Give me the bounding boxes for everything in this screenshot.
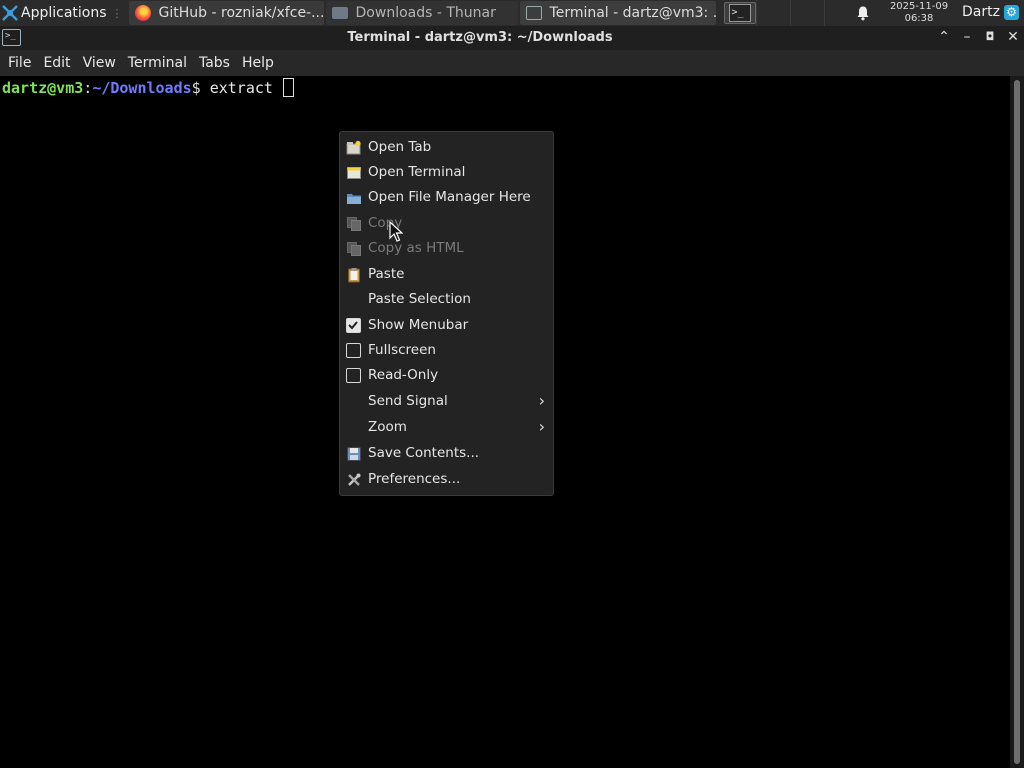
user-menu-label[interactable]: Dartz xyxy=(962,4,1000,20)
menu-item-label: Fullscreen xyxy=(368,342,436,358)
text-cursor xyxy=(282,78,294,97)
menu-item-open-terminal[interactable]: Open Terminal xyxy=(340,160,553,185)
menu-item-label: Open Terminal xyxy=(368,164,466,180)
panel-separator: ⋮ xyxy=(111,6,123,20)
terminal-launcher-button[interactable]: >_ xyxy=(723,2,756,24)
settings-gear-icon[interactable]: ⚙ xyxy=(1004,5,1019,20)
folder-icon xyxy=(347,194,361,204)
menu-item-label: Save Contents... xyxy=(368,445,480,461)
menu-item-label: Send Signal xyxy=(368,393,448,409)
menu-item-paste[interactable]: Paste xyxy=(340,262,553,287)
new-tab-icon xyxy=(346,140,361,155)
workspace-2[interactable] xyxy=(789,0,824,26)
folder-icon xyxy=(331,7,348,19)
copy-icon xyxy=(347,242,361,256)
terminal-icon xyxy=(525,6,542,20)
prompt-user-host: dartz@vm3 xyxy=(2,79,84,97)
checkbox-unchecked-icon[interactable] xyxy=(346,368,361,383)
clock[interactable]: 2025-11-09 06:38 xyxy=(884,1,954,25)
paste-icon xyxy=(348,268,360,283)
context-menu: Open Tab Open Terminal Open File Manager… xyxy=(339,131,554,496)
window-title: Terminal - dartz@vm3: ~/Downloads xyxy=(347,30,613,45)
menu-help[interactable]: Help xyxy=(236,55,280,71)
window-titlebar[interactable]: >_ Terminal - dartz@vm3: ~/Downloads ⌃ –… xyxy=(0,26,1024,50)
shade-button[interactable]: ⌃ xyxy=(935,28,953,46)
menu-item-label: Preferences... xyxy=(368,471,461,487)
menu-terminal[interactable]: Terminal xyxy=(122,55,193,71)
menu-item-preferences[interactable]: Preferences... xyxy=(340,467,553,492)
applications-menu-button[interactable]: Applications ⋮ xyxy=(0,0,127,26)
menu-item-read-only[interactable]: Read-Only xyxy=(340,363,553,388)
taskbar-item-label: GitHub - rozniak/xfce-... xyxy=(158,5,324,21)
menu-item-open-tab[interactable]: Open Tab xyxy=(340,135,553,160)
firefox-icon xyxy=(134,5,151,21)
checkbox-unchecked-icon[interactable] xyxy=(346,343,361,358)
menubar: File Edit View Terminal Tabs Help xyxy=(0,50,1024,76)
terminal-prompt-line: dartz@vm3:~/Downloads$ extract xyxy=(2,78,294,98)
menu-edit[interactable]: Edit xyxy=(37,55,76,71)
menu-item-paste-selection[interactable]: Paste Selection xyxy=(340,287,553,312)
menu-item-zoom[interactable]: Zoom › xyxy=(340,415,553,440)
chevron-right-icon: › xyxy=(538,417,545,436)
menu-item-label: Open File Manager Here xyxy=(368,189,531,205)
taskbar-item-label: Downloads - Thunar xyxy=(355,5,496,21)
minimize-button[interactable]: – xyxy=(958,28,976,46)
taskbar-item-thunar[interactable]: Downloads - Thunar xyxy=(325,1,518,25)
menu-item-label: Open Tab xyxy=(368,139,432,155)
taskbar-item-label: Terminal - dartz@vm3: ... xyxy=(549,5,716,21)
new-window-icon xyxy=(347,167,361,179)
menu-item-save-contents[interactable]: Save Contents... xyxy=(340,441,553,466)
preferences-icon xyxy=(348,473,361,486)
terminal-scrollbar[interactable] xyxy=(1010,76,1024,768)
workspace-3[interactable] xyxy=(823,0,858,26)
menu-tabs[interactable]: Tabs xyxy=(193,55,236,71)
clock-time: 06:38 xyxy=(904,13,934,24)
menu-item-label: Paste Selection xyxy=(368,291,471,307)
scrollbar-thumb[interactable] xyxy=(1014,80,1020,764)
menu-item-label: Paste xyxy=(368,266,405,282)
save-icon xyxy=(347,447,361,461)
checkbox-checked-icon[interactable] xyxy=(346,318,361,333)
menu-item-open-file-manager[interactable]: Open File Manager Here xyxy=(340,185,553,210)
mouse-pointer-icon xyxy=(389,221,403,242)
menu-item-show-menubar[interactable]: Show Menubar xyxy=(340,313,553,338)
terminal-prompt-icon: >_ xyxy=(728,4,751,22)
chevron-right-icon: › xyxy=(538,391,545,410)
menu-item-copy[interactable]: Copy xyxy=(340,211,553,236)
menu-item-label: Show Menubar xyxy=(368,317,469,333)
menu-view[interactable]: View xyxy=(77,55,122,71)
xfce-logo-icon xyxy=(2,5,18,21)
bell-icon[interactable] xyxy=(855,5,871,21)
copy-icon xyxy=(347,217,361,231)
workspace-1[interactable] xyxy=(755,0,790,26)
menu-item-label: Zoom xyxy=(368,419,407,435)
maximize-button[interactable]: ◘ xyxy=(981,28,999,46)
menu-file[interactable]: File xyxy=(2,55,37,71)
menu-item-copy-as-html[interactable]: Copy as HTML xyxy=(340,236,553,261)
prompt-dollar: $ xyxy=(191,79,201,97)
menu-item-send-signal[interactable]: Send Signal › xyxy=(340,389,553,414)
clock-date: 2025-11-09 xyxy=(889,1,949,12)
close-button[interactable]: ✕ xyxy=(1004,28,1022,46)
applications-label: Applications xyxy=(21,5,107,21)
menu-item-label: Copy as HTML xyxy=(368,240,464,256)
taskbar-item-firefox[interactable]: GitHub - rozniak/xfce-... xyxy=(128,1,324,25)
typed-command: extract xyxy=(200,79,282,97)
menu-item-label: Read-Only xyxy=(368,367,439,383)
taskbar-item-terminal[interactable]: Terminal - dartz@vm3: ... xyxy=(519,1,716,25)
prompt-path: ~/Downloads xyxy=(92,79,192,97)
menu-item-fullscreen[interactable]: Fullscreen xyxy=(340,338,553,363)
prompt-colon: : xyxy=(83,79,93,97)
